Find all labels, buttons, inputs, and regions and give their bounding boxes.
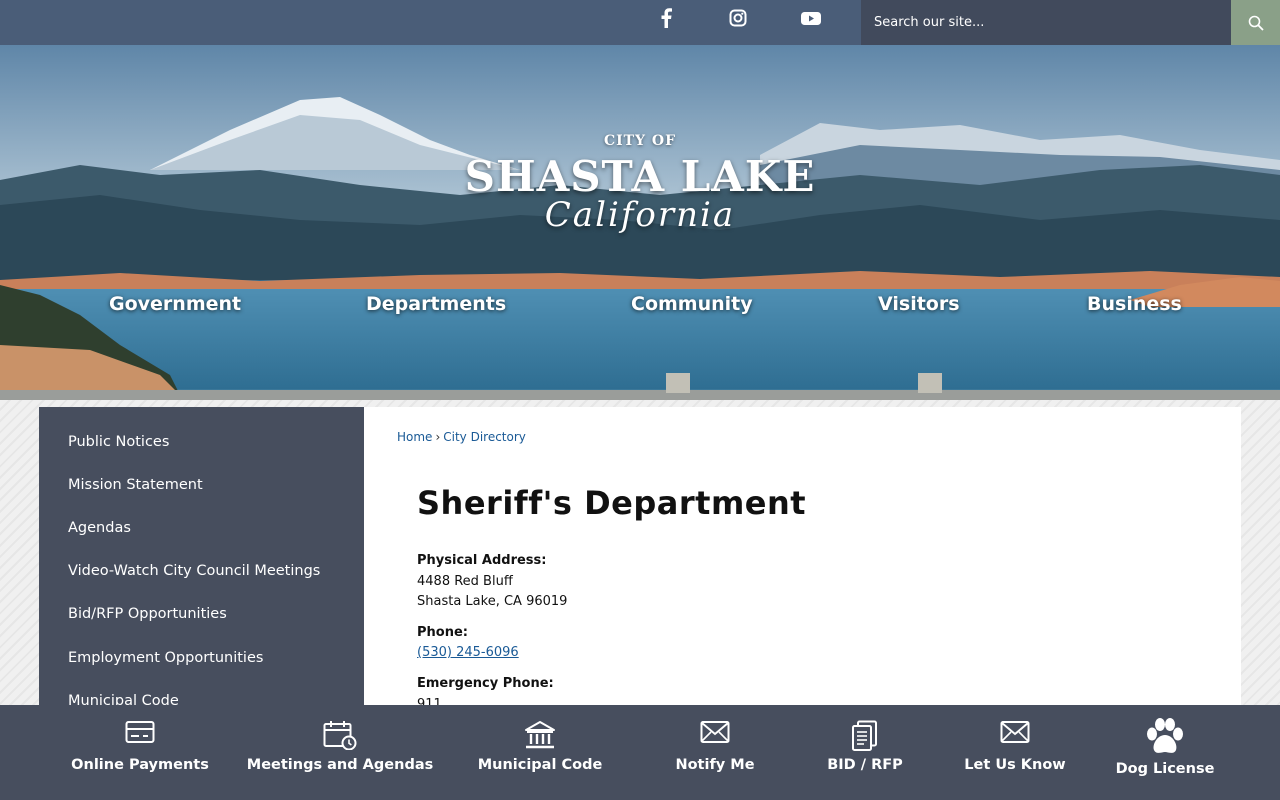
facebook-icon[interactable] <box>654 6 678 30</box>
quicklink-online-payments[interactable]: Online Payments <box>70 705 210 800</box>
search-input[interactable] <box>861 0 1231 45</box>
logo-city-of: CITY OF <box>603 133 677 149</box>
quicklink-municipal-code[interactable]: Municipal Code <box>475 705 605 800</box>
quicklink-label: Meetings and Agendas <box>246 757 434 773</box>
nav-business[interactable]: Business <box>1087 293 1182 315</box>
breadcrumb-separator: › <box>435 430 441 444</box>
breadcrumb-city-directory[interactable]: City Directory <box>443 430 526 444</box>
nav-departments[interactable]: Departments <box>366 293 506 315</box>
instagram-icon[interactable] <box>726 6 750 30</box>
quicklink-label: Dog License <box>1115 761 1215 777</box>
quicklink-meetings-agendas[interactable]: Meetings and Agendas <box>246 705 434 800</box>
breadcrumb: Home › City Directory <box>397 430 526 444</box>
sidebar-item-video-meetings[interactable]: Video-Watch City Council Meetings <box>68 563 320 579</box>
payment-card-icon <box>125 721 155 743</box>
sidebar-item-municipal-code[interactable]: Municipal Code <box>68 693 179 705</box>
logo-city-name[interactable]: SHASTA LAKE <box>0 152 1280 201</box>
quicklink-bid-rfp[interactable]: BID / RFP <box>820 705 910 800</box>
sidebar-item-bid-rfp[interactable]: Bid/RFP Opportunities <box>68 606 227 622</box>
sidebar-item-mission-statement[interactable]: Mission Statement <box>68 477 203 493</box>
quicklink-dog-license[interactable]: Dog License <box>1110 705 1220 800</box>
quicklink-label: Notify Me <box>675 757 755 773</box>
phone-label: Phone: <box>417 625 468 640</box>
quicklink-label: Municipal Code <box>477 757 603 773</box>
calendar-clock-icon <box>323 721 357 750</box>
quicklink-label: Let Us Know <box>964 757 1066 773</box>
physical-address-label: Physical Address: <box>417 553 547 568</box>
youtube-icon[interactable] <box>799 6 823 30</box>
nav-visitors[interactable]: Visitors <box>878 293 960 315</box>
courthouse-icon <box>525 721 555 749</box>
sidebar-item-agendas[interactable]: Agendas <box>68 520 131 536</box>
main-content: Home › City Directory Sheriff's Department… <box>364 407 1241 705</box>
quicklink-label: Online Payments <box>71 757 209 773</box>
emergency-phone-value: 911 <box>417 697 442 705</box>
sidebar-item-public-notices[interactable]: Public Notices <box>68 434 169 450</box>
quicklink-let-us-know[interactable]: Let Us Know <box>960 705 1070 800</box>
documents-icon <box>852 720 877 751</box>
paw-icon <box>1147 718 1183 753</box>
logo-state: California <box>544 195 736 235</box>
sidebar-menu: Public Notices Mission Statement Agendas… <box>39 407 364 705</box>
nav-community[interactable]: Community <box>631 293 753 315</box>
quicklink-notify-me[interactable]: Notify Me <box>670 705 760 800</box>
quicklink-label: BID / RFP <box>827 757 903 773</box>
top-bar <box>0 0 1280 45</box>
address-line-2: Shasta Lake, CA 96019 <box>417 594 568 609</box>
envelope-icon <box>700 721 730 743</box>
quick-links-bar: Online Payments Meetings and Agendas Mun… <box>0 705 1280 800</box>
breadcrumb-home[interactable]: Home <box>397 430 432 444</box>
phone-link[interactable]: (530) 245-6096 <box>417 645 519 660</box>
envelope-icon <box>1000 721 1030 743</box>
search-button[interactable] <box>1231 0 1280 45</box>
search-icon <box>1248 15 1264 31</box>
search-box <box>861 0 1231 45</box>
nav-government[interactable]: Government <box>109 293 241 315</box>
address-line-1: 4488 Red Bluff <box>417 574 513 589</box>
page-title: Sheriff's Department <box>417 484 807 522</box>
hero-banner: CITY OF SHASTA LAKE California Governmen… <box>0 45 1280 400</box>
sidebar-item-employment[interactable]: Employment Opportunities <box>68 650 263 666</box>
emergency-phone-label: Emergency Phone: <box>417 676 554 691</box>
